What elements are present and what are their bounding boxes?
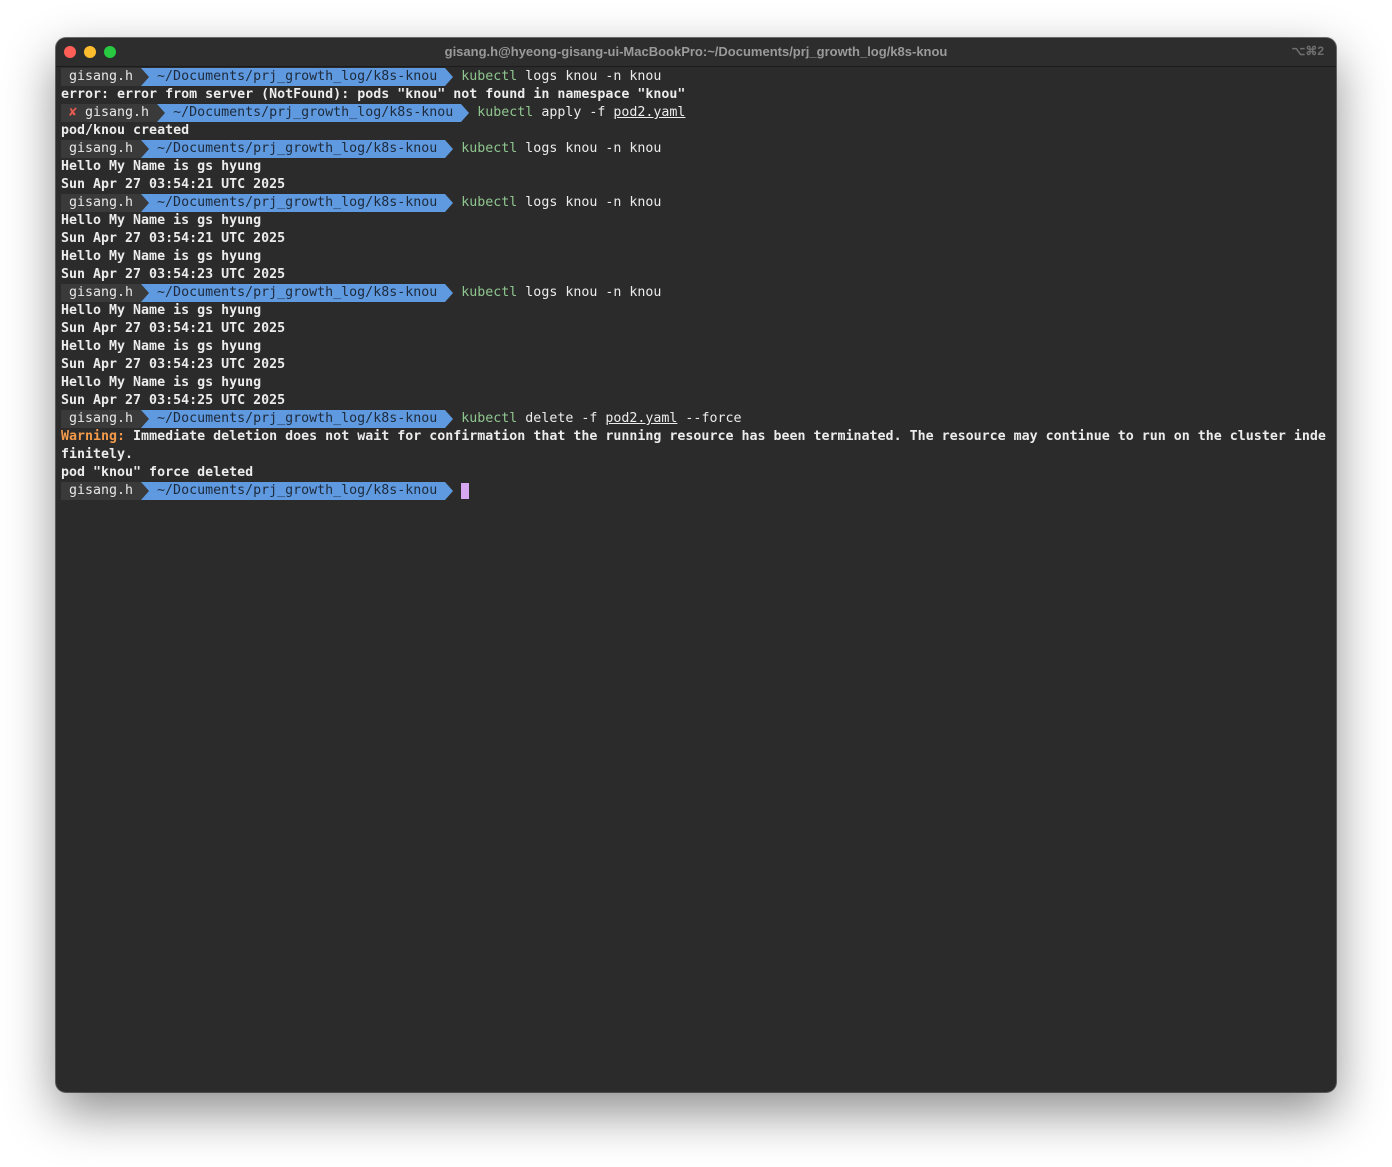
output-line: Hello My Name is gs hyung: [61, 302, 1331, 320]
warning-text: Immediate deletion does not wait for con…: [125, 429, 1326, 444]
prompt-line: ✘ gisang.h ~/Documents/prj_growth_log/k8s-…: [61, 104, 1331, 122]
prompt-arrow-icon: [445, 410, 454, 428]
command-args: logs knou -n knou: [517, 285, 662, 300]
output-line: Sun Apr 27 03:54:23 UTC 2025: [61, 266, 1331, 284]
command-file: pod2.yaml: [613, 105, 686, 120]
prompt-path: ~/Documents/prj_growth_log/k8s-knou: [149, 194, 446, 212]
warning-label: Warning:: [61, 429, 126, 444]
command-args: logs knou -n knou: [517, 69, 662, 84]
output-line: Sun Apr 27 03:54:23 UTC 2025: [61, 356, 1331, 374]
output-text: Sun Apr 27 03:54:21 UTC 2025: [61, 321, 286, 336]
output-text: Hello My Name is gs hyung: [61, 303, 262, 318]
prompt-separator-icon: [141, 482, 150, 500]
output-line: Hello My Name is gs hyung: [61, 248, 1331, 266]
prompt-separator-icon: [141, 140, 150, 158]
prompt-path: ~/Documents/prj_growth_log/k8s-knou: [149, 284, 446, 302]
prompt-user-segment: gisang.h: [61, 140, 142, 158]
output-line: Hello My Name is gs hyung: [61, 212, 1331, 230]
command-keyword: kubectl: [461, 285, 518, 300]
command-tail: --force: [677, 411, 742, 426]
error-mark-icon: ✘: [69, 105, 78, 120]
command-keyword: kubectl: [477, 105, 534, 120]
command-keyword: kubectl: [461, 141, 518, 156]
prompt-line: gisang.h ~/Documents/prj_growth_log/k8s-k…: [61, 194, 1331, 212]
output-line: finitely.: [61, 446, 1331, 464]
output-line: Hello My Name is gs hyung: [61, 158, 1331, 176]
prompt-user-segment: gisang.h: [61, 68, 142, 86]
output-text: Hello My Name is gs hyung: [61, 375, 262, 390]
output-line: error: error from server (NotFound): pod…: [61, 86, 1331, 104]
prompt-user: gisang.h: [69, 411, 134, 426]
prompt-line: gisang.h ~/Documents/prj_growth_log/k8s-k…: [61, 482, 1331, 500]
prompt-separator-icon: [141, 410, 150, 428]
prompt-user-segment: gisang.h: [61, 194, 142, 212]
prompt-arrow-icon: [445, 284, 454, 302]
prompt-separator-icon: [141, 68, 150, 86]
prompt-line: gisang.h ~/Documents/prj_growth_log/k8s-k…: [61, 410, 1331, 428]
prompt-arrow-icon: [445, 140, 454, 158]
prompt-path: ~/Documents/prj_growth_log/k8s-knou: [149, 68, 446, 86]
prompt-user-segment: gisang.h: [61, 410, 142, 428]
prompt-arrow-icon: [461, 104, 470, 122]
command-args: delete -f: [517, 411, 606, 426]
command-keyword: kubectl: [461, 411, 518, 426]
output-text: Hello My Name is gs hyung: [61, 213, 262, 228]
prompt-user: gisang.h: [69, 141, 134, 156]
output-text: Hello My Name is gs hyung: [61, 159, 262, 174]
prompt-path: ~/Documents/prj_growth_log/k8s-knou: [149, 140, 446, 158]
prompt-user-segment: gisang.h: [61, 482, 142, 500]
prompt-arrow-icon: [445, 482, 454, 500]
prompt-separator-icon: [157, 104, 166, 122]
output-text: error: error from server (NotFound): pod…: [61, 87, 686, 102]
command-args: logs knou -n knou: [517, 195, 662, 210]
output-line: Sun Apr 27 03:54:21 UTC 2025: [61, 176, 1331, 194]
output-line: pod "knou" force deleted: [61, 464, 1331, 482]
output-line: Hello My Name is gs hyung: [61, 374, 1331, 392]
terminal-window: gisang.h@hyeong-gisang-ui-MacBookPro:~/D…: [56, 38, 1336, 1092]
prompt-line: gisang.h ~/Documents/prj_growth_log/k8s-k…: [61, 68, 1331, 86]
prompt-user-segment: ✘ gisang.h: [61, 104, 158, 122]
prompt-arrow-icon: [445, 194, 454, 212]
prompt-path: ~/Documents/prj_growth_log/k8s-knou: [149, 410, 446, 428]
cursor: [461, 483, 470, 499]
command-args: logs knou -n knou: [517, 141, 662, 156]
prompt-line: gisang.h ~/Documents/prj_growth_log/k8s-k…: [61, 140, 1331, 158]
output-text: Sun Apr 27 03:54:25 UTC 2025: [61, 393, 286, 408]
output-text: pod "knou" force deleted: [61, 465, 254, 480]
command-file: pod2.yaml: [605, 411, 678, 426]
prompt-user: gisang.h: [69, 285, 134, 300]
prompt-user: gisang.h: [69, 195, 134, 210]
prompt-user: gisang.h: [69, 69, 134, 84]
title-bar[interactable]: gisang.h@hyeong-gisang-ui-MacBookPro:~/D…: [56, 38, 1336, 67]
prompt-user-segment: gisang.h: [61, 284, 142, 302]
output-text: Sun Apr 27 03:54:23 UTC 2025: [61, 267, 286, 282]
prompt-arrow-icon: [445, 68, 454, 86]
prompt-path: ~/Documents/prj_growth_log/k8s-knou: [149, 482, 446, 500]
window-shortcut: ⌥⌘2: [1291, 44, 1324, 58]
command-keyword: kubectl: [461, 195, 518, 210]
command-args: apply -f: [533, 105, 614, 120]
output-line: Hello My Name is gs hyung: [61, 338, 1331, 356]
command-keyword: kubectl: [461, 69, 518, 84]
output-text: Sun Apr 27 03:54:21 UTC 2025: [61, 231, 286, 246]
output-text: Sun Apr 27 03:54:21 UTC 2025: [61, 177, 286, 192]
terminal-output[interactable]: gisang.h ~/Documents/prj_growth_log/k8s-k…: [61, 68, 1331, 500]
prompt-user: gisang.h: [85, 105, 150, 120]
output-line: Sun Apr 27 03:54:25 UTC 2025: [61, 392, 1331, 410]
output-line: Sun Apr 27 03:54:21 UTC 2025: [61, 230, 1331, 248]
output-text: Hello My Name is gs hyung: [61, 339, 262, 354]
prompt-separator-icon: [141, 284, 150, 302]
output-line: Sun Apr 27 03:54:21 UTC 2025: [61, 320, 1331, 338]
output-text: pod/knou created: [61, 123, 190, 138]
prompt-line: gisang.h ~/Documents/prj_growth_log/k8s-k…: [61, 284, 1331, 302]
output-text: Hello My Name is gs hyung: [61, 249, 262, 264]
warning-line: Warning: Immediate deletion does not wai…: [61, 428, 1331, 446]
output-text: finitely.: [61, 447, 134, 462]
prompt-separator-icon: [141, 194, 150, 212]
output-line: pod/knou created: [61, 122, 1331, 140]
prompt-path: ~/Documents/prj_growth_log/k8s-knou: [165, 104, 462, 122]
prompt-user: gisang.h: [69, 483, 134, 498]
output-text: Sun Apr 27 03:54:23 UTC 2025: [61, 357, 286, 372]
window-title: gisang.h@hyeong-gisang-ui-MacBookPro:~/D…: [444, 44, 948, 59]
